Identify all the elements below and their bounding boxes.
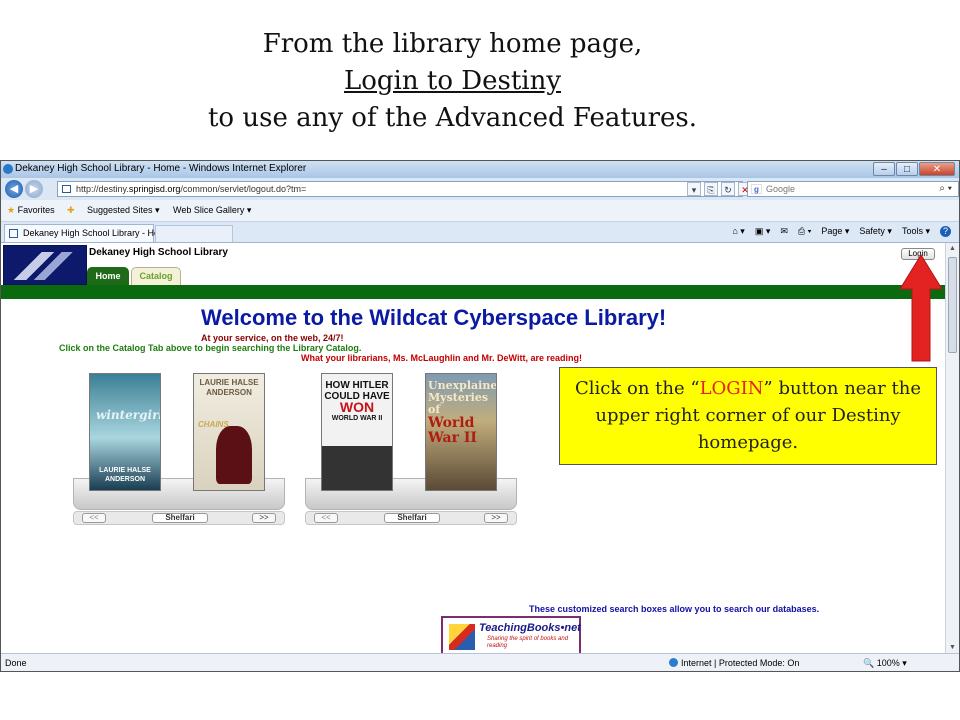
tab-home-library[interactable]: Home (87, 267, 129, 285)
tab-title: Dekaney High School Library - Home (23, 228, 172, 238)
shelf-prev-button[interactable]: << (82, 513, 106, 523)
book-title: Unexplained Mysteries of (428, 379, 497, 416)
book-cover[interactable]: Unexplained Mysteries of World War II (425, 373, 497, 491)
library-tabs: Home Catalog (87, 267, 181, 285)
instruction-callout: Click on the “LOGIN” button near the upp… (559, 367, 937, 465)
vertical-scrollbar[interactable]: ▲ ▼ (945, 243, 959, 653)
teachingbooks-name: TeachingBooks•net (479, 622, 581, 634)
shelf-next-button[interactable]: >> (484, 513, 508, 523)
book-subtitle: WORLD WAR II (331, 415, 383, 422)
shelf-next-button[interactable]: >> (252, 513, 276, 523)
shelfari-link[interactable]: Shelfari (384, 513, 440, 523)
callout-pre: Click on the “ (575, 378, 700, 399)
address-bar: ◀ ▶ http://destiny.springisd.org/common/… (1, 178, 959, 200)
url-prefix: http://destiny. (76, 184, 129, 194)
page-menu[interactable]: Page ▾ (821, 226, 849, 237)
scroll-thumb[interactable] (948, 257, 957, 353)
tab-catalog[interactable]: Catalog (131, 267, 181, 285)
book-author: LAURIE HALSE ANDERSON (99, 467, 151, 483)
status-bar: Done Internet | Protected Mode: On 🔍 100… (1, 653, 959, 671)
web-slice-gallery-link[interactable]: Web Slice Gallery ▾ (173, 205, 251, 216)
url-domain: springisd.org (128, 184, 181, 194)
back-icon[interactable]: ◀ (5, 180, 23, 198)
window-controls: – □ ✕ (873, 162, 955, 176)
minimize-button[interactable]: – (873, 162, 895, 176)
book-title-accent: WON (339, 399, 375, 415)
book-title: CHAINS (198, 420, 229, 429)
title-bar: Dekaney High School Library - Home - Win… (1, 161, 959, 178)
dropdown-icon[interactable]: ▾ (687, 182, 701, 196)
book-title-accent: World War II (428, 415, 477, 446)
compat-icon[interactable]: ⎘ (704, 182, 718, 196)
scroll-up-icon[interactable]: ▲ (949, 245, 956, 252)
tab-bar: Dekaney High School Library - Home ⌂ ▾ ▣… (1, 222, 959, 243)
teachingbooks-tagline: Sharing the spirit of books and reading (487, 636, 569, 649)
suggested-sites-link[interactable]: Suggested Sites ▾ (87, 205, 160, 216)
library-name: Dekaney High School Library (89, 247, 228, 258)
welcome-heading: Welcome to the Wildcat Cyberspace Librar… (201, 305, 667, 330)
page-icon (62, 185, 71, 193)
status-text: Done (5, 658, 27, 668)
search-input[interactable]: g Google ⌕ ▾ (747, 181, 959, 197)
slide-heading: From the library home page, Login to Des… (0, 26, 905, 137)
header-stripe (1, 285, 947, 299)
teachingbooks-link[interactable]: TeachingBooks•net Sharing the spirit of … (441, 616, 581, 653)
catalog-hint: Click on the Catalog Tab above to begin … (59, 343, 362, 353)
book-cover[interactable]: HOW HITLER COULD HAVE WON WORLD WAR II (321, 373, 393, 491)
shelfari-link[interactable]: Shelfari (152, 513, 208, 523)
book-cover[interactable]: wintergirls LAURIE HALSE ANDERSON (89, 373, 161, 491)
maximize-button[interactable]: □ (896, 162, 918, 176)
shelf-navigation: << Shelfari >> (73, 511, 285, 525)
ie-icon (3, 164, 13, 174)
safety-menu[interactable]: Safety ▾ (859, 226, 892, 237)
add-favorite-icon[interactable]: ✚ (67, 205, 75, 216)
book-author: LAURIE HALSE ANDERSON (199, 378, 259, 397)
command-bar: ⌂ ▾ ▣ ▾ ✉ ⎙ ▾ Page ▾ Safety ▾ Tools ▾ ? (732, 226, 951, 237)
globe-icon (669, 658, 678, 667)
window-title: Dekaney High School Library - Home - Win… (15, 163, 307, 174)
zoom-text: 100% (876, 658, 900, 668)
heading-line-1: From the library home page, (262, 29, 643, 59)
wildcat-logo (3, 245, 87, 285)
security-zone: Internet | Protected Mode: On (669, 658, 799, 668)
forward-icon[interactable]: ▶ (25, 180, 43, 198)
new-tab-button[interactable] (155, 225, 233, 242)
home-icon[interactable]: ⌂ ▾ (732, 226, 744, 237)
url-path: /common/servlet/logout.do?tm= (180, 184, 307, 194)
zoom-level[interactable]: 🔍 100% ▾ (863, 658, 907, 669)
tab-home[interactable]: Dekaney High School Library - Home (4, 224, 172, 242)
heading-line-2: Login to Destiny (343, 66, 562, 96)
service-line: At your service, on the web, 24/7! (201, 333, 344, 343)
google-icon: g (751, 184, 762, 194)
url-field[interactable]: http://destiny.springisd.org/common/serv… (57, 181, 743, 197)
cover-illustration (216, 426, 252, 484)
star-icon: ★ (7, 205, 16, 215)
search-boxes-info: These customized search boxes allow you … (529, 604, 820, 614)
favorites-bar: ★ Favorites ✚ Suggested Sites ▾ Web Slic… (1, 200, 959, 222)
red-arrow-icon (899, 254, 943, 362)
favorites-button[interactable]: ★ Favorites (7, 205, 55, 216)
callout-highlight: LOGIN (699, 378, 764, 399)
search-icon[interactable]: ⌕ ▾ (939, 182, 952, 196)
heading-line-3: to use any of the Advanced Features. (207, 103, 698, 133)
shelf-navigation: << Shelfari >> (305, 511, 517, 525)
reading-line: What your librarians, Ms. McLaughlin and… (301, 353, 582, 363)
close-button[interactable]: ✕ (919, 162, 955, 176)
tab-page-icon (9, 229, 18, 238)
feeds-icon[interactable]: ▣ ▾ (755, 226, 771, 237)
refresh-icon[interactable]: ↻ (721, 182, 735, 196)
mail-icon[interactable]: ✉ (780, 226, 788, 237)
url-tools: ▾ ⎘ ↻ ✕ (687, 182, 752, 196)
print-icon[interactable]: ⎙ ▾ (798, 226, 811, 237)
scroll-down-icon[interactable]: ▼ (949, 644, 956, 651)
tools-menu[interactable]: Tools ▾ (902, 226, 930, 237)
book-cover[interactable]: LAURIE HALSE ANDERSON CHAINS (193, 373, 265, 491)
teachingbooks-logo (449, 624, 475, 650)
book-title: wintergirls (96, 408, 160, 422)
favorites-label: Favorites (17, 205, 55, 215)
zone-text: Internet | Protected Mode: On (681, 658, 800, 668)
shelf-prev-button[interactable]: << (314, 513, 338, 523)
search-placeholder: Google (766, 184, 796, 194)
help-icon[interactable]: ? (940, 226, 951, 237)
